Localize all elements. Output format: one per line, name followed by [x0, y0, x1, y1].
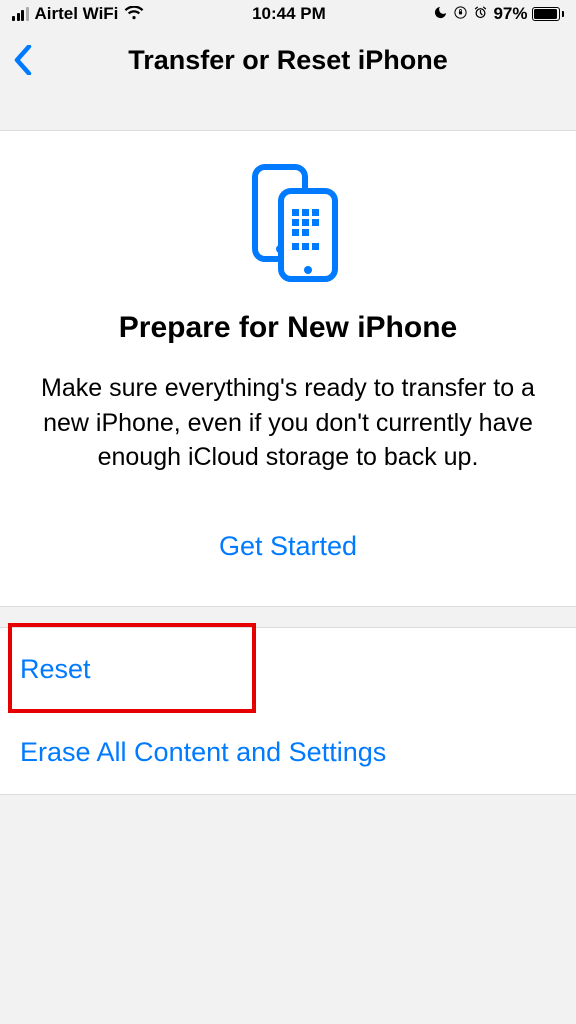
- alarm-icon: [473, 5, 488, 24]
- options-list: Reset Erase All Content and Settings: [0, 627, 576, 796]
- orientation-lock-icon: [453, 5, 468, 24]
- do-not-disturb-icon: [433, 5, 448, 24]
- battery-icon: [532, 7, 564, 21]
- erase-all-row[interactable]: Erase All Content and Settings: [0, 711, 576, 794]
- battery-percent: 97%: [493, 4, 527, 24]
- prepare-description: Make sure everything's ready to transfer…: [34, 371, 542, 475]
- status-left: Airtel WiFi: [12, 4, 144, 25]
- prepare-card: Prepare for New iPhone Make sure everyth…: [0, 130, 576, 607]
- devices-icon: [34, 163, 542, 283]
- prepare-title: Prepare for New iPhone: [34, 311, 542, 345]
- cellular-signal-icon: [12, 7, 29, 21]
- page-title: Transfer or Reset iPhone: [0, 45, 576, 76]
- carrier-label: Airtel WiFi: [35, 4, 119, 24]
- status-bar: Airtel WiFi 10:44 PM 97%: [0, 0, 576, 28]
- back-button[interactable]: [10, 42, 36, 78]
- navigation-bar: Transfer or Reset iPhone: [0, 28, 576, 130]
- status-right: 97%: [433, 4, 564, 24]
- status-time: 10:44 PM: [252, 4, 326, 24]
- get-started-button[interactable]: Get Started: [34, 531, 542, 562]
- wifi-icon: [124, 4, 144, 25]
- reset-row[interactable]: Reset: [0, 628, 576, 711]
